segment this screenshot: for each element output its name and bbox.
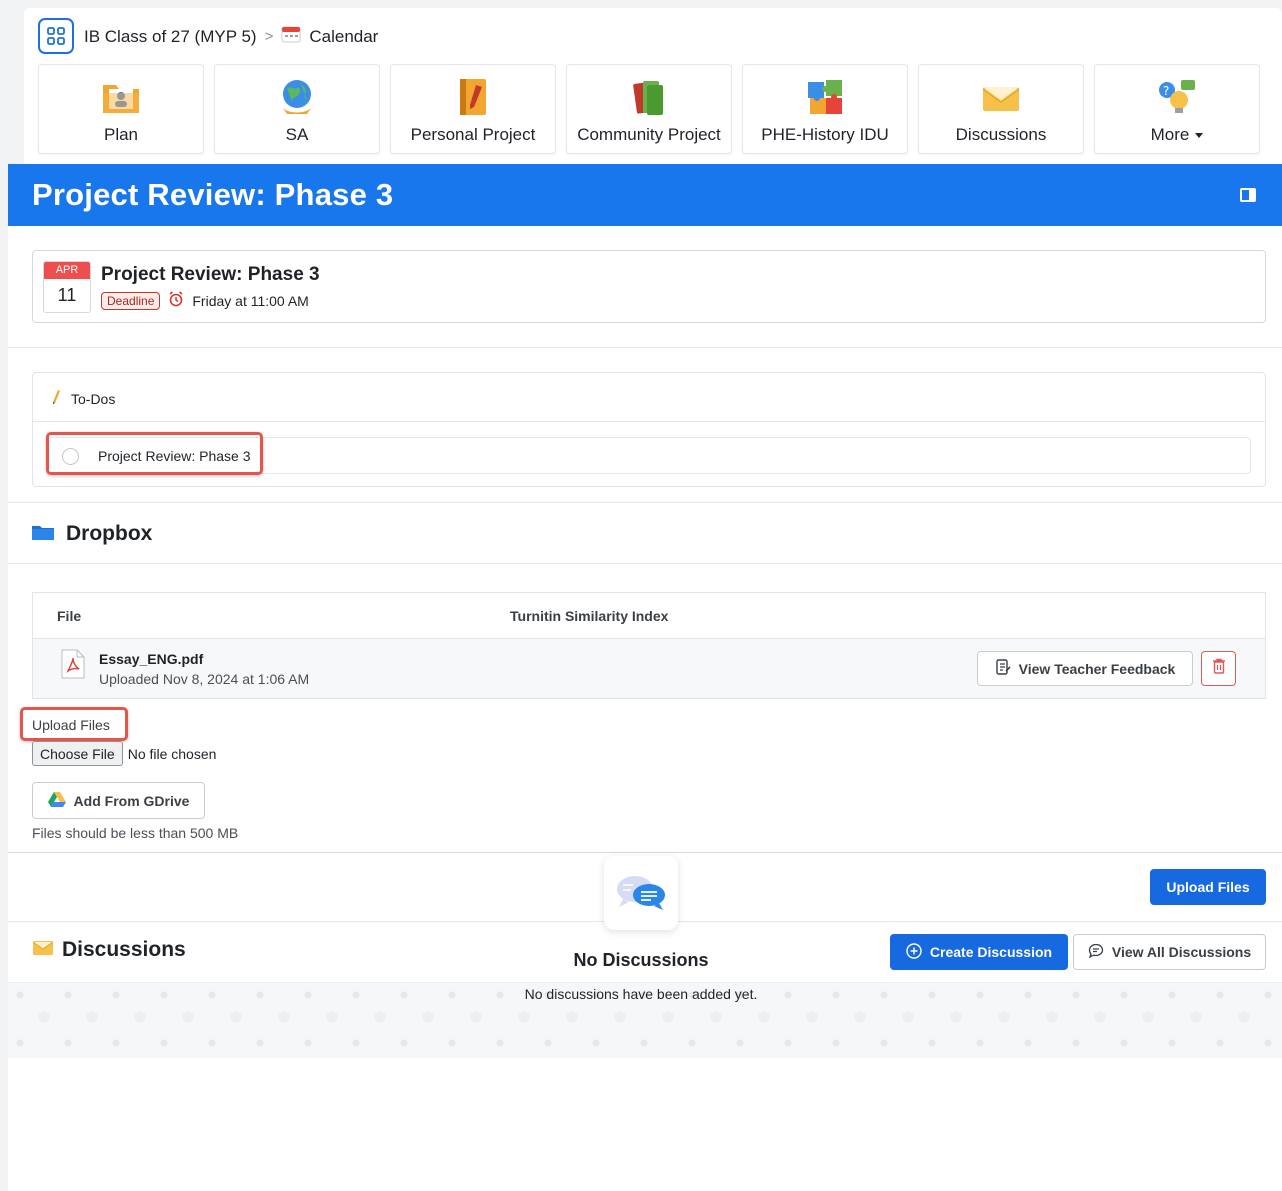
highlight-annotation bbox=[20, 707, 128, 741]
nav-tile-personal-project[interactable]: Personal Project bbox=[390, 64, 556, 154]
breadcrumb: IB Class of 27 (MYP 5) > Calendar bbox=[84, 25, 378, 48]
file-name[interactable]: Essay_ENG.pdf bbox=[99, 651, 203, 667]
file-input: Choose File No file chosen bbox=[32, 741, 216, 766]
nav-tile-label: PHE-History IDU bbox=[761, 125, 889, 144]
feedback-label: View Teacher Feedback bbox=[1018, 660, 1176, 677]
nav-tile-label: Discussions bbox=[955, 125, 1047, 144]
books-icon bbox=[629, 77, 669, 117]
feedback-document-icon bbox=[995, 659, 1011, 678]
nav-tile-plan[interactable]: Plan bbox=[38, 64, 204, 154]
event-title: Project Review: Phase 3 bbox=[101, 264, 320, 285]
todos-header: To-Dos bbox=[51, 389, 115, 408]
date-month: APR bbox=[44, 262, 90, 279]
deadline-badge: Deadline bbox=[101, 291, 161, 310]
pdf-file-icon bbox=[61, 649, 85, 684]
puzzle-icon bbox=[805, 77, 845, 117]
view-teacher-feedback-button[interactable]: View Teacher Feedback bbox=[977, 651, 1193, 686]
column-file: File bbox=[57, 608, 82, 624]
course-header: IB Class of 27 (MYP 5) > Calendar Plan S… bbox=[24, 8, 1282, 168]
course-nav: Plan SA Personal Project Community Proje… bbox=[38, 64, 1260, 154]
nav-tile-phe-history-idu[interactable]: PHE-History IDU bbox=[742, 64, 908, 154]
calendar-icon bbox=[281, 25, 301, 48]
pencil-icon bbox=[51, 389, 61, 408]
envelope-icon bbox=[981, 77, 1021, 117]
event-meta: Deadline Friday at 11:00 AM bbox=[101, 291, 309, 310]
nav-tile-discussions[interactable]: Discussions bbox=[918, 64, 1084, 154]
table-row: Essay_ENG.pdf Uploaded Nov 8, 2024 at 1:… bbox=[33, 639, 1265, 698]
google-drive-icon bbox=[47, 791, 66, 810]
divider bbox=[8, 852, 1282, 853]
svg-text:?: ? bbox=[1163, 84, 1169, 98]
divider bbox=[8, 347, 1282, 348]
nav-tile-label: Personal Project bbox=[410, 125, 536, 144]
file-size-hint: Files should be less than 500 MB bbox=[32, 825, 239, 841]
gdrive-label: Add From GDrive bbox=[73, 792, 190, 809]
ideas-icon: ? bbox=[1157, 77, 1197, 117]
todos-title: To-Dos bbox=[71, 390, 116, 407]
divider bbox=[33, 421, 1265, 422]
event-detail-panel: Project Review: Phase 3 APR 11 Project R… bbox=[8, 164, 1282, 1191]
breadcrumb-current[interactable]: Calendar bbox=[309, 27, 378, 47]
nav-tile-label: SA bbox=[285, 125, 309, 144]
date-badge: APR 11 bbox=[43, 261, 91, 313]
apps-grid-icon[interactable] bbox=[38, 18, 74, 54]
plan-folder-icon bbox=[101, 77, 141, 117]
trash-icon bbox=[1212, 658, 1226, 679]
more-label: More bbox=[1150, 125, 1190, 144]
nav-tile-label: Plan bbox=[103, 125, 139, 144]
empty-discussions-icon bbox=[604, 856, 678, 930]
divider bbox=[8, 502, 1282, 503]
divider bbox=[8, 563, 1282, 564]
empty-state-text: No discussions have been added yet. bbox=[524, 986, 758, 1002]
notebook-icon bbox=[453, 77, 493, 117]
nav-tile-community-project[interactable]: Community Project bbox=[566, 64, 732, 154]
nav-tile-more[interactable]: ? More bbox=[1094, 64, 1260, 154]
breadcrumb-separator: > bbox=[264, 28, 274, 45]
table-header: File Turnitin Similarity Index bbox=[33, 593, 1265, 639]
delete-file-button[interactable] bbox=[1201, 651, 1236, 686]
event-time: Friday at 11:00 AM bbox=[192, 292, 309, 309]
breadcrumb-class[interactable]: IB Class of 27 (MYP 5) bbox=[84, 27, 257, 47]
date-day: 11 bbox=[57, 285, 77, 305]
empty-state-title: No Discussions bbox=[573, 950, 709, 970]
upload-files-button[interactable]: Upload Files bbox=[1150, 869, 1266, 905]
sidebar-toggle-icon[interactable] bbox=[1240, 188, 1256, 202]
globe-icon bbox=[277, 77, 317, 117]
folder-icon bbox=[32, 522, 54, 546]
nav-tile-label: More bbox=[1151, 125, 1204, 145]
event-summary-card: APR 11 Project Review: Phase 3 Deadline … bbox=[32, 250, 1266, 323]
dropbox-header: Dropbox bbox=[32, 522, 152, 546]
file-uploaded-date: Uploaded Nov 8, 2024 at 1:06 AM bbox=[99, 671, 310, 687]
files-table: File Turnitin Similarity Index Essay_ENG… bbox=[32, 592, 1266, 699]
caret-down-icon bbox=[1195, 133, 1204, 139]
page-title: Project Review: Phase 3 bbox=[32, 177, 394, 212]
choose-file-button[interactable]: Choose File bbox=[32, 741, 123, 766]
nav-tile-label: Community Project bbox=[577, 125, 721, 144]
column-turnitin: Turnitin Similarity Index bbox=[510, 608, 669, 624]
alarm-clock-icon bbox=[168, 291, 184, 310]
nav-tile-sa[interactable]: SA bbox=[214, 64, 380, 154]
page-banner: Project Review: Phase 3 bbox=[8, 164, 1282, 226]
highlight-annotation bbox=[46, 432, 263, 475]
dropbox-title: Dropbox bbox=[66, 522, 153, 545]
no-file-chosen-text: No file chosen bbox=[127, 745, 217, 762]
add-from-gdrive-button[interactable]: Add From GDrive bbox=[32, 782, 205, 819]
